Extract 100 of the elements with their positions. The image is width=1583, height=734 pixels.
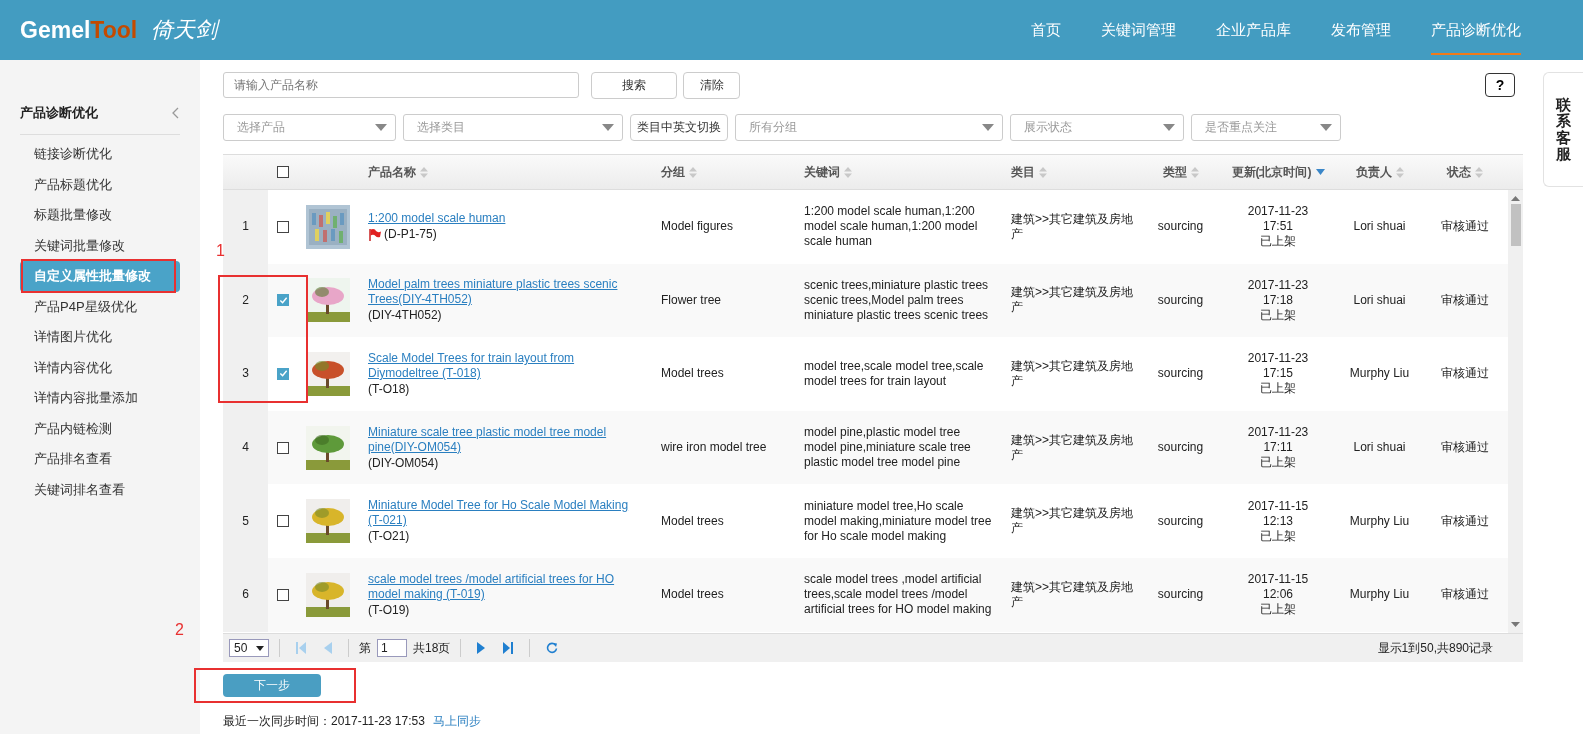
update-date: 2017-11-15 (1247, 572, 1309, 588)
logo-chinese-text: 倚天剑 (151, 16, 218, 44)
group-text: Model trees (661, 587, 724, 603)
product-link[interactable]: 1:200 model scale human (368, 211, 506, 227)
annotation-number: 1 (216, 242, 225, 260)
update-time: 17:18 (1263, 292, 1293, 308)
scrollbar-thumb[interactable] (1510, 204, 1521, 246)
group-text: Flower tree (661, 292, 722, 308)
checkbox[interactable] (277, 588, 289, 601)
sidebar-item[interactable]: 产品排名查看 (20, 444, 180, 475)
type-text: sourcing (1157, 587, 1204, 603)
status-text: 审核通过 (1440, 366, 1489, 382)
type-text: sourcing (1157, 292, 1204, 308)
status-text: 审核通过 (1440, 440, 1489, 456)
search-button[interactable]: 搜索 (591, 71, 677, 99)
checkbox[interactable] (277, 166, 289, 178)
product-link[interactable]: Scale Model Trees for train layout from Diymodeltree (T-018) (368, 351, 645, 381)
product-code: (T-O19) (368, 602, 410, 618)
sync-time-text: 最近一次同步时间：2017-11-23 17:53 (223, 713, 425, 730)
update-date: 2017-11-23 (1247, 204, 1309, 220)
sidebar-item[interactable]: 链接诊断优化 (20, 139, 180, 170)
clear-button[interactable]: 清除 (683, 71, 740, 99)
help-button[interactable]: ? (1485, 73, 1515, 97)
listing-status: 已上架 (1260, 455, 1296, 471)
column-header[interactable]: 关键词 (804, 163, 840, 181)
sync-now-link[interactable]: 马上同步 (432, 713, 481, 730)
sidebar-item[interactable]: 详情内容优化 (20, 352, 180, 383)
update-time: 12:13 (1263, 513, 1293, 529)
product-code: (DIY-4TH052) (368, 308, 442, 324)
type-text: sourcing (1157, 219, 1204, 235)
scroll-up-icon[interactable] (1511, 196, 1520, 201)
listing-status: 已上架 (1260, 602, 1296, 618)
scroll-down-icon[interactable] (1511, 622, 1520, 627)
dropdown-caret-icon[interactable] (256, 645, 264, 651)
status-text: 审核通过 (1440, 587, 1489, 603)
category-text: 建筑>>其它建筑及房地产 (1011, 359, 1134, 389)
sidebar-item[interactable]: 产品内链检测 (20, 413, 180, 444)
logo-text: GemelTool (20, 16, 138, 44)
record-summary: 显示1到50,共890记录 (1377, 639, 1493, 657)
listing-status: 已上架 (1260, 307, 1296, 323)
sidebar-item[interactable]: 详情内容批量添加 (20, 383, 180, 414)
checkbox[interactable] (277, 220, 289, 233)
update-time: 12:06 (1263, 587, 1293, 603)
sidebar-item[interactable]: 关键词排名查看 (20, 474, 180, 505)
type-text: sourcing (1157, 513, 1204, 529)
flag-icon[interactable] (368, 227, 382, 242)
column-header[interactable]: 产品名称 (368, 163, 416, 181)
update-time: 17:15 (1263, 366, 1293, 382)
product-link[interactable]: scale model trees /model artificial trees for HO model making (T-019) (368, 571, 645, 602)
product-link[interactable]: Model palm trees miniature plastic trees scenic Trees(DIY-4TH052) (368, 277, 645, 308)
owner-text: Lori shuai (1353, 292, 1406, 308)
page-size-dropdown[interactable]: 50 (229, 639, 269, 657)
column-header[interactable]: 类型 (1162, 163, 1187, 181)
category-text: 建筑>>其它建筑及房地产 (1011, 579, 1134, 610)
status-text: 审核通过 (1440, 219, 1489, 235)
last-page-icon[interactable] (503, 642, 514, 654)
column-header[interactable]: 状态 (1446, 163, 1471, 181)
product-link[interactable]: Miniature Model Tree for Ho Scale Model Making (T-021) (368, 498, 645, 529)
row-number: 3 (242, 366, 249, 382)
refresh-icon[interactable] (546, 642, 559, 654)
sort-descending-icon[interactable] (1315, 169, 1325, 175)
checkbox[interactable] (277, 368, 289, 380)
row-number: 5 (242, 513, 249, 529)
product-code: (DIY-OM054) (368, 455, 439, 471)
category-text: 建筑>>其它建筑及房地产 (1011, 506, 1134, 537)
update-time: 17:51 (1263, 219, 1293, 235)
keywords-text: miniature model tree,Ho scale model making,miniature model tree for Ho scale model making (804, 498, 993, 544)
sidebar-title: 产品诊断优化 (20, 104, 98, 122)
collapse-icon[interactable] (172, 107, 180, 119)
sidebar-item[interactable]: 关键词批量修改 (20, 230, 180, 261)
listing-status: 已上架 (1260, 381, 1296, 397)
keywords-text: model tree,scale model tree,scale model trees for train layout (804, 359, 985, 389)
product-link[interactable]: Miniature scale tree plastic model tree model pine(DIY-OM054) (368, 424, 645, 455)
checkbox[interactable] (277, 441, 289, 454)
update-date: 2017-11-23 (1247, 351, 1309, 367)
keywords-text: model pine,plastic model tree model pine,miniature scale tree plastic model tree model pine (804, 425, 972, 471)
type-text: sourcing (1157, 366, 1204, 382)
column-header[interactable]: 类目 (1011, 163, 1035, 181)
scrollbar[interactable] (1508, 190, 1523, 633)
column-header[interactable]: 更新(北京时间) (1231, 163, 1312, 181)
search-field[interactable]: 请输入产品名称 (223, 72, 579, 98)
checkbox[interactable] (277, 515, 289, 528)
language-toggle-button[interactable]: 类目中英文切换 (630, 113, 728, 141)
sidebar-item[interactable]: 产品标题优化 (20, 169, 180, 200)
owner-text: Murphy Liu (1349, 587, 1410, 603)
column-header[interactable]: 分组 (661, 163, 685, 181)
annotation-number: 2 (175, 621, 184, 639)
keywords-text: scale model trees ,model artificial trees,scale model trees /model artificial trees for HO model making (804, 572, 993, 618)
sidebar-item[interactable]: 产品P4P星级优化 (20, 291, 180, 322)
column-header[interactable]: 负责人 (1355, 163, 1392, 181)
sidebar-item[interactable]: 标题批量修改 (20, 200, 180, 231)
contact-service-tab[interactable]: 联系客服 (1543, 72, 1583, 187)
keywords-text: 1:200 model scale human,1:200 model scale human,1:200 model scale human (804, 204, 979, 250)
sidebar-item[interactable]: 详情图片优化 (20, 322, 180, 353)
page-number-field[interactable]: 1 (377, 639, 407, 657)
owner-text: Lori shuai (1353, 440, 1406, 456)
next-page-icon[interactable] (477, 642, 486, 654)
checkbox[interactable] (277, 294, 289, 307)
update-date: 2017-11-23 (1247, 425, 1309, 441)
listing-status: 已上架 (1260, 234, 1296, 250)
